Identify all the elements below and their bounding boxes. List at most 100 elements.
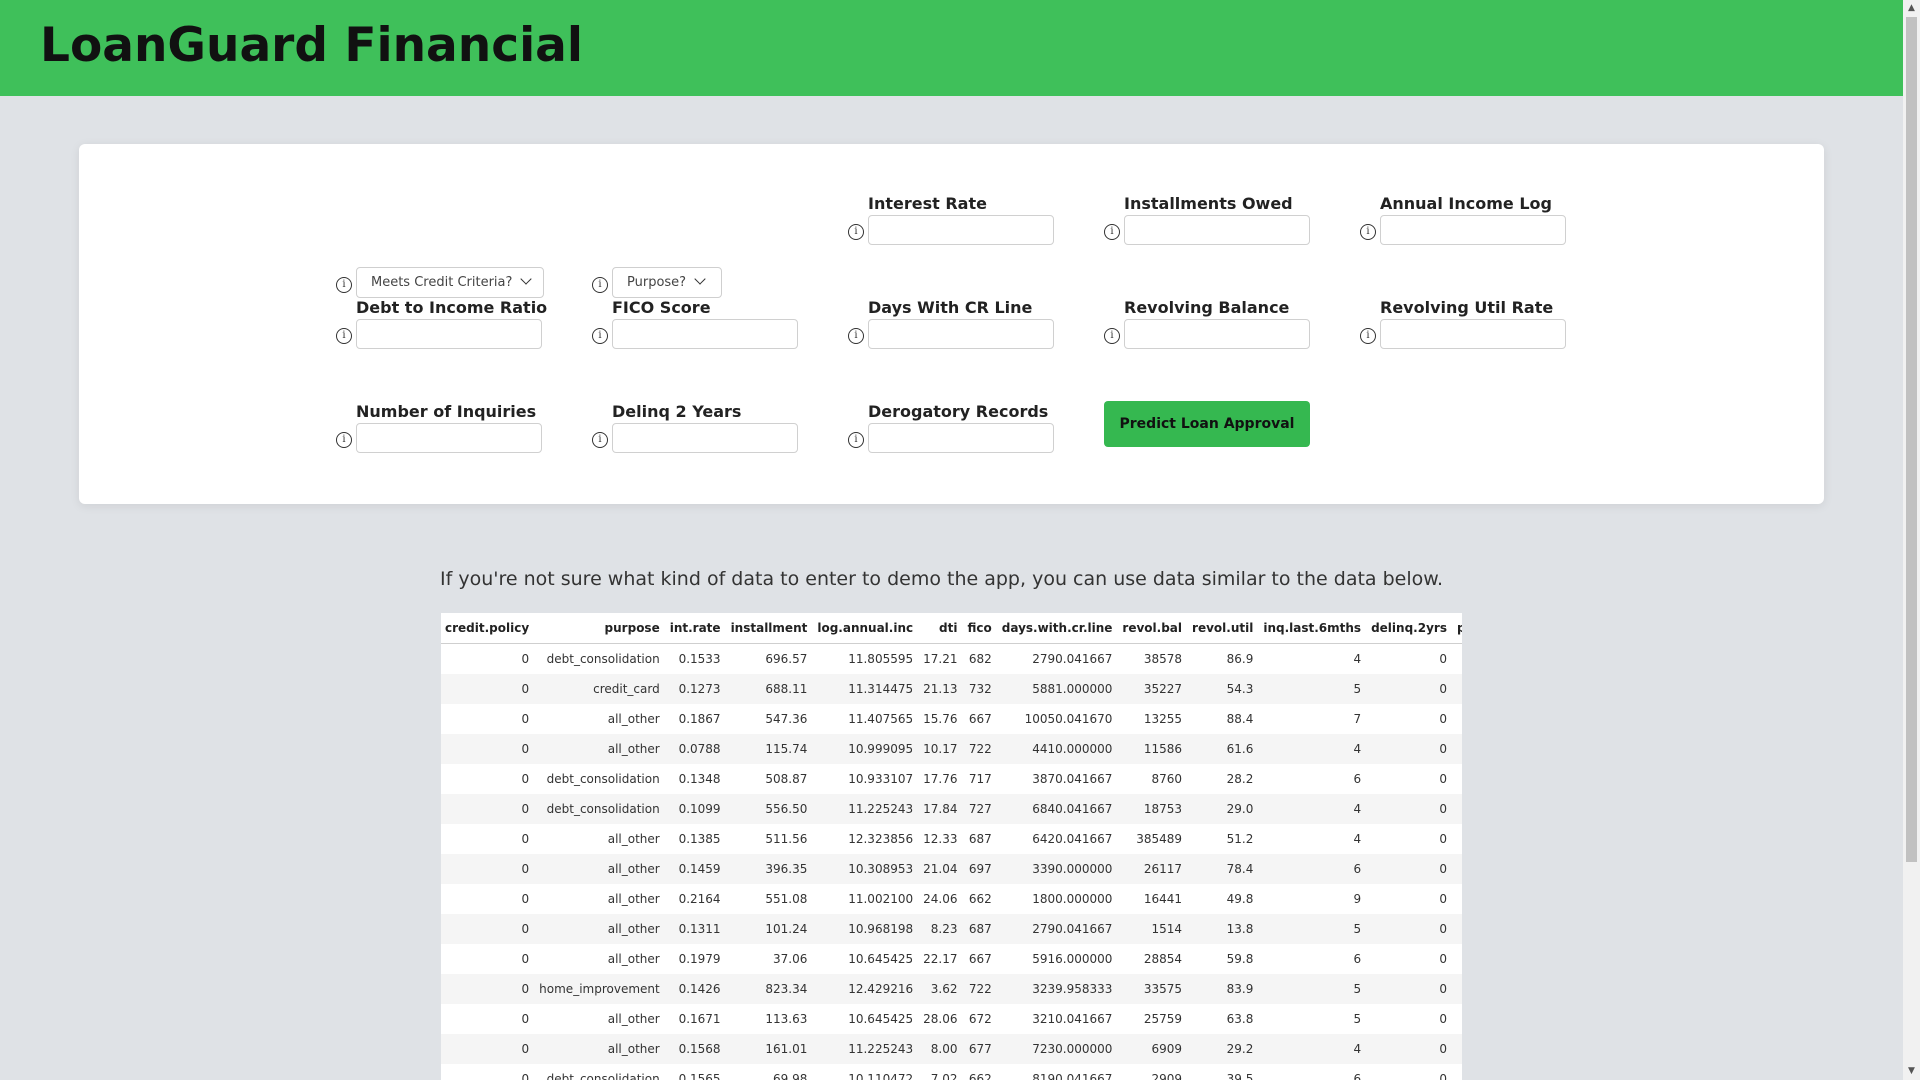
table-cell: 0 — [441, 974, 536, 1004]
annual-income-log-input[interactable] — [1380, 215, 1566, 245]
column-header: fico — [963, 613, 998, 644]
column-header: revol.util — [1188, 613, 1260, 644]
table-cell: 0 — [1453, 1064, 1462, 1080]
table-cell: 15.76 — [923, 712, 958, 726]
table-cell: 29.2 — [1188, 1034, 1260, 1064]
info-icon[interactable]: i — [1104, 328, 1120, 344]
info-icon[interactable]: i — [336, 277, 352, 293]
table-row: 0 all_other 0.1979 37.06 10.645425 22.17 667 59… — [441, 944, 1462, 974]
app-title: LoanGuard Financial — [40, 18, 584, 73]
info-icon[interactable]: i — [1360, 328, 1376, 344]
table-cell: 49.8 — [1226, 892, 1254, 906]
table-cell: 0 — [1367, 734, 1453, 764]
table-cell: 0 — [1367, 674, 1453, 704]
table-cell: 3390.000000 — [997, 854, 1119, 884]
table-cell: 5 — [1259, 914, 1368, 944]
revolving-util-rate-input[interactable] — [1380, 319, 1566, 349]
table-cell: 0 — [521, 1072, 530, 1080]
table-cell: 0 — [1452, 794, 1462, 824]
table-cell: 823.34 — [726, 974, 814, 1004]
column-header: pub.rec — [1452, 613, 1462, 644]
vertical-scrollbar[interactable]: ▲ ▼ — [1903, 0, 1920, 1080]
table-cell: 10050.041670 — [1024, 712, 1113, 726]
table-cell: 0.1426 — [665, 974, 727, 1004]
table-cell: 6 — [1259, 854, 1368, 884]
table-cell: 59.8 — [1226, 952, 1254, 966]
table-cell: 688.11 — [726, 674, 814, 704]
table-cell: 0 — [441, 794, 536, 824]
table-cell: 18753 — [1118, 794, 1189, 824]
info-icon[interactable]: i — [592, 277, 608, 293]
table-cell: 0 — [1453, 644, 1462, 675]
table-cell: 8190.041667 — [1032, 1072, 1113, 1080]
table-cell: 11586 — [1118, 734, 1189, 764]
table-cell: 697 — [963, 854, 998, 884]
info-icon[interactable]: i — [336, 432, 352, 448]
info-icon[interactable]: i — [336, 328, 352, 344]
table-cell: 3239.958333 — [997, 974, 1119, 1004]
table-cell: 677 — [963, 1034, 998, 1064]
chevron-down-icon — [520, 273, 533, 285]
info-icon[interactable]: i — [592, 328, 608, 344]
table-cell: 0 — [441, 854, 536, 884]
table-cell: 0 — [441, 914, 536, 944]
revolving-util-rate-label: Revolving Util Rate — [1380, 298, 1554, 317]
installments-owed-input[interactable] — [1124, 215, 1310, 245]
table-cell: 511.56 — [765, 832, 808, 846]
info-icon[interactable]: i — [1360, 224, 1376, 240]
table-cell: 0.1979 — [678, 952, 721, 966]
table-cell: 10.645425 — [848, 1012, 914, 1026]
table-row: 0 all_other 0.1385 511.56 12.323856 12.33 687 6… — [441, 824, 1462, 854]
table-cell: 21.13 — [919, 674, 964, 704]
info-icon[interactable]: i — [1104, 224, 1120, 240]
table-cell: 12.323856 — [848, 832, 914, 846]
scroll-down-arrow-icon[interactable]: ▼ — [1903, 1063, 1920, 1080]
info-icon[interactable]: i — [848, 224, 864, 240]
credit-criteria-field: i Meets Credit Criteria? — [336, 209, 566, 298]
table-cell: 3210.041667 — [1032, 1012, 1113, 1026]
table-cell: 7.02 — [930, 1072, 958, 1080]
table-cell: 0.0788 — [665, 734, 727, 764]
table-row: 0 home_improvement 0.1426 823.34 12.429216 3.… — [441, 974, 1462, 1004]
number-of-inquiries-input[interactable] — [356, 423, 542, 453]
table-cell: 0 — [1452, 914, 1462, 944]
days-with-cr-line-field: Days With CR Line i — [848, 298, 1078, 378]
table-cell: 3870.041667 — [1032, 772, 1113, 786]
table-row: 0 debt_consolidation 0.1533 696.57 11.805595… — [441, 644, 1462, 675]
table-cell: 732 — [963, 674, 998, 704]
sample-data-table: credit.policy purpose int.rate installment l… — [441, 613, 1462, 1080]
table-cell: 385489 — [1136, 832, 1183, 846]
derogatory-records-input[interactable] — [868, 423, 1054, 453]
column-header: delinq.2yrs — [1367, 613, 1453, 644]
credit-criteria-dropdown[interactable]: Meets Credit Criteria? — [356, 267, 544, 298]
revolving-balance-field: Revolving Balance i — [1104, 298, 1334, 378]
table-cell: 0 — [1453, 764, 1462, 794]
debt-to-income-input[interactable] — [356, 319, 542, 349]
table-cell: 0 — [521, 892, 530, 906]
delinq-2-years-input[interactable] — [612, 423, 798, 453]
scrollbar-thumb[interactable] — [1906, 17, 1917, 862]
revolving-balance-input[interactable] — [1124, 319, 1310, 349]
table-cell: 0.1311 — [665, 914, 727, 944]
table-cell: 682 — [968, 652, 992, 666]
predict-loan-approval-button[interactable]: Predict Loan Approval — [1104, 401, 1310, 447]
table-cell: 10.968198 — [813, 914, 920, 944]
table-row: 0 all_other 0.1459 396.35 10.308953 21.04 697 3… — [441, 854, 1462, 884]
table-cell: 727 — [963, 794, 998, 824]
info-icon[interactable]: i — [848, 432, 864, 448]
info-icon[interactable]: i — [592, 432, 608, 448]
table-cell: 17.84 — [919, 794, 964, 824]
scroll-up-arrow-icon[interactable]: ▲ — [1903, 0, 1920, 17]
table-cell: 61.6 — [1188, 734, 1260, 764]
table-cell: 22.17 — [923, 952, 958, 966]
days-with-cr-line-input[interactable] — [868, 319, 1054, 349]
fico-score-input[interactable] — [612, 319, 798, 349]
info-icon[interactable]: i — [848, 328, 864, 344]
table-cell: 6840.041667 — [997, 794, 1119, 824]
table-cell: 33575 — [1118, 974, 1189, 1004]
purpose-dropdown[interactable]: Purpose? — [612, 267, 722, 298]
table-cell: 0 — [441, 674, 536, 704]
column-header: days.with.cr.line — [997, 613, 1119, 644]
interest-rate-input[interactable] — [868, 215, 1054, 245]
table-row: 0 debt_consolidation 0.1565 69.98 10.110472 7… — [441, 1064, 1462, 1080]
